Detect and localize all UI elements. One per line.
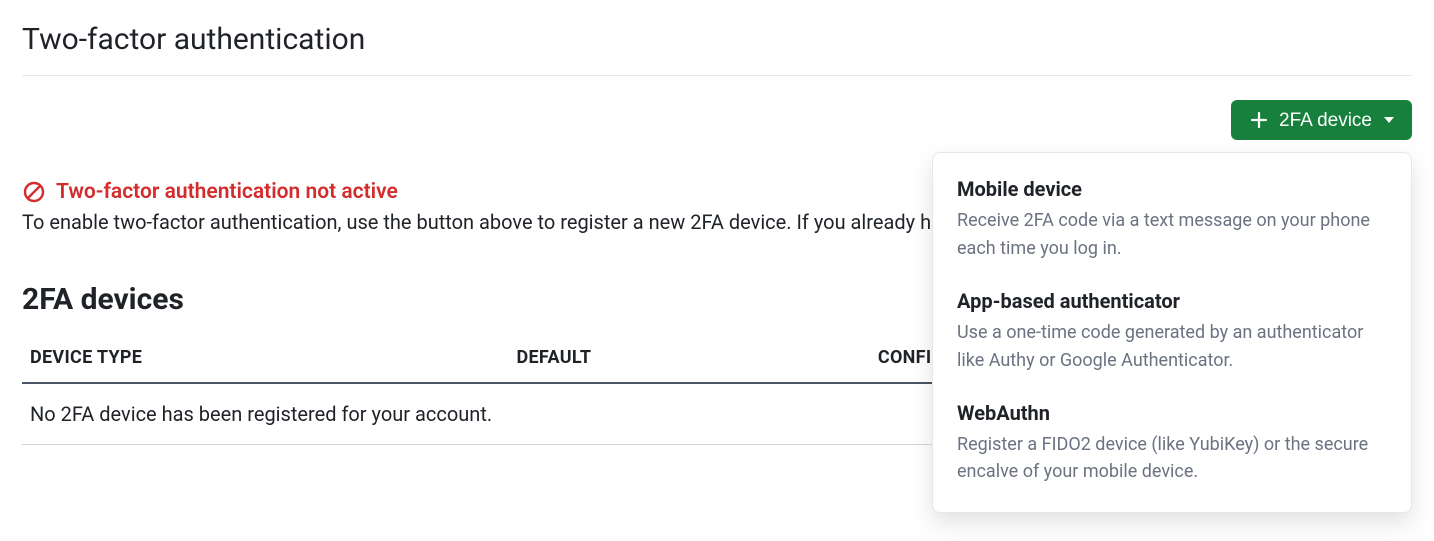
add-2fa-device-button[interactable]: 2FA device	[1231, 100, 1412, 140]
dropdown-item-title: Mobile device	[957, 177, 1387, 201]
chevron-down-icon	[1384, 117, 1394, 123]
alert-title: Two-factor authentication not active	[56, 180, 398, 204]
dropdown-item-title: WebAuthn	[957, 401, 1387, 425]
dropdown-item-mobile-device[interactable]: Mobile device Receive 2FA code via a tex…	[957, 171, 1387, 283]
dropdown-item-desc: Use a one-time code generated by an auth…	[957, 319, 1387, 375]
action-bar: 2FA device Mobile device Receive 2FA cod…	[22, 100, 1412, 140]
dropdown-item-webauthn[interactable]: WebAuthn Register a FIDO2 device (like Y…	[957, 395, 1387, 507]
dropdown-item-title: App-based authenticator	[957, 289, 1387, 313]
column-default: DEFAULT	[509, 333, 870, 383]
prohibited-icon	[22, 180, 46, 204]
add-device-button-label: 2FA device	[1279, 111, 1372, 130]
dropdown-item-desc: Register a FIDO2 device (like YubiKey) o…	[957, 431, 1387, 487]
dropdown-item-desc: Receive 2FA code via a text message on y…	[957, 207, 1387, 263]
add-device-dropdown: Mobile device Receive 2FA code via a tex…	[932, 152, 1412, 513]
page-title: Two-factor authentication	[22, 22, 1412, 76]
column-device-type: DEVICE TYPE	[22, 333, 509, 383]
dropdown-item-app-authenticator[interactable]: App-based authenticator Use a one-time c…	[957, 283, 1387, 395]
plus-icon	[1249, 110, 1269, 130]
